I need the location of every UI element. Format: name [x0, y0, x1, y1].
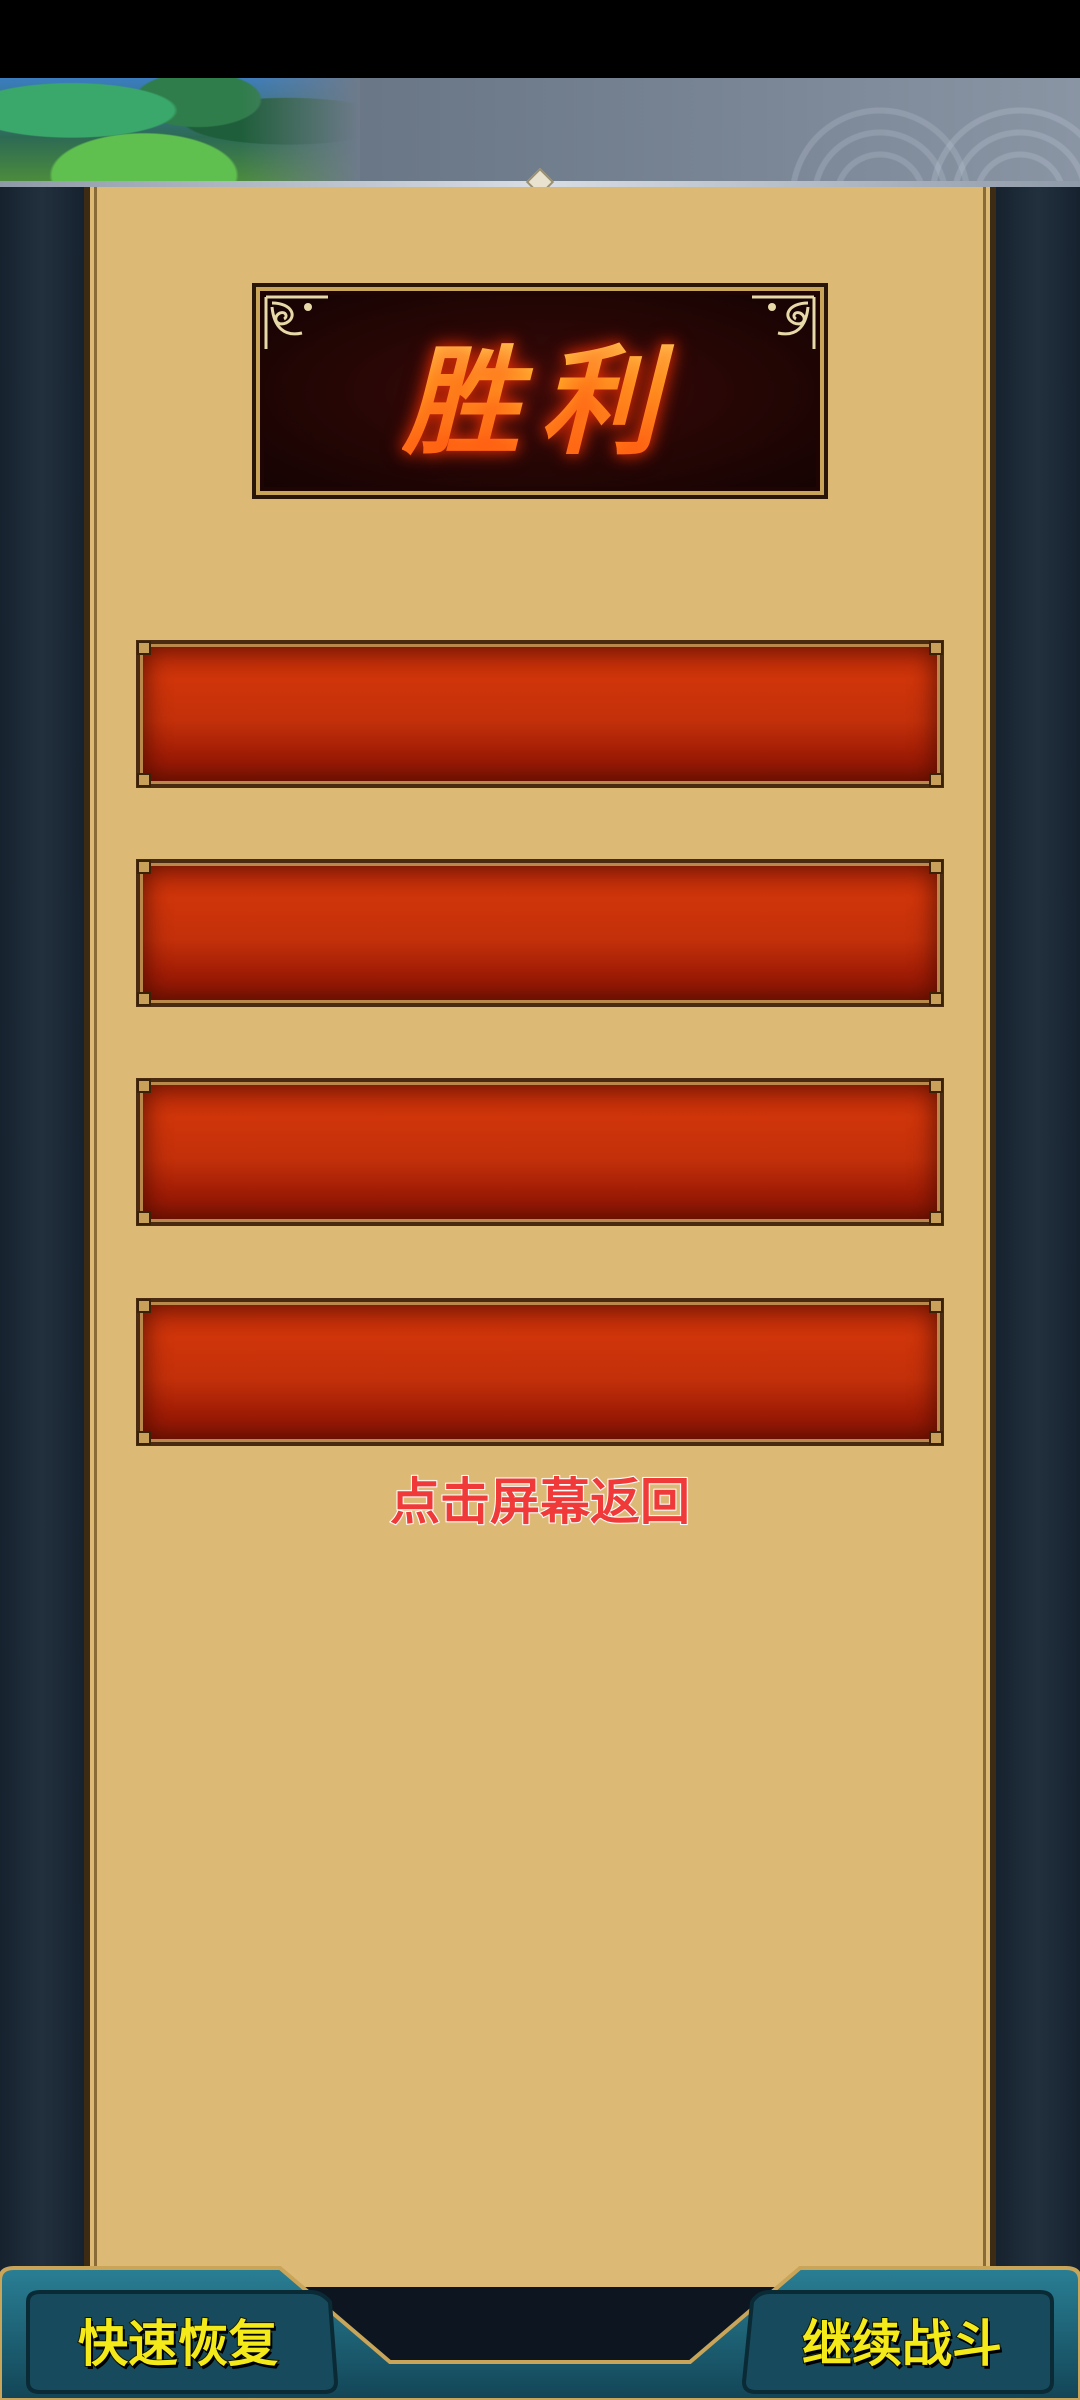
reward-slot-label	[140, 644, 940, 784]
tap-to-return-prompt[interactable]: 点击屏幕返回	[0, 1462, 1080, 1534]
result-scroll-panel	[84, 187, 996, 2287]
reward-slot	[136, 859, 944, 1007]
reward-slot-label	[140, 1302, 940, 1442]
left-frame-pillar	[0, 187, 84, 2287]
victory-title: 胜利	[402, 306, 678, 477]
status-bar	[0, 0, 1080, 78]
reward-slot-label	[140, 863, 940, 1003]
wave-pattern-decoration	[760, 78, 1080, 186]
game-screen[interactable]: 胜利 点击屏幕返回 快速恢复 继续战斗	[0, 0, 1080, 2400]
right-frame-pillar	[996, 187, 1080, 2287]
reward-slot	[136, 1298, 944, 1446]
reward-slot	[136, 640, 944, 788]
quick-recover-button[interactable]: 快速恢复	[18, 2292, 338, 2388]
reward-slot	[136, 1078, 944, 1226]
corner-ornament-icon	[264, 295, 328, 349]
continue-battle-button[interactable]: 继续战斗	[742, 2292, 1062, 2388]
reward-slot-label	[140, 1082, 940, 1222]
forest-scene-image	[0, 78, 360, 186]
corner-ornament-icon	[752, 295, 816, 349]
victory-plaque: 胜利	[252, 283, 828, 499]
